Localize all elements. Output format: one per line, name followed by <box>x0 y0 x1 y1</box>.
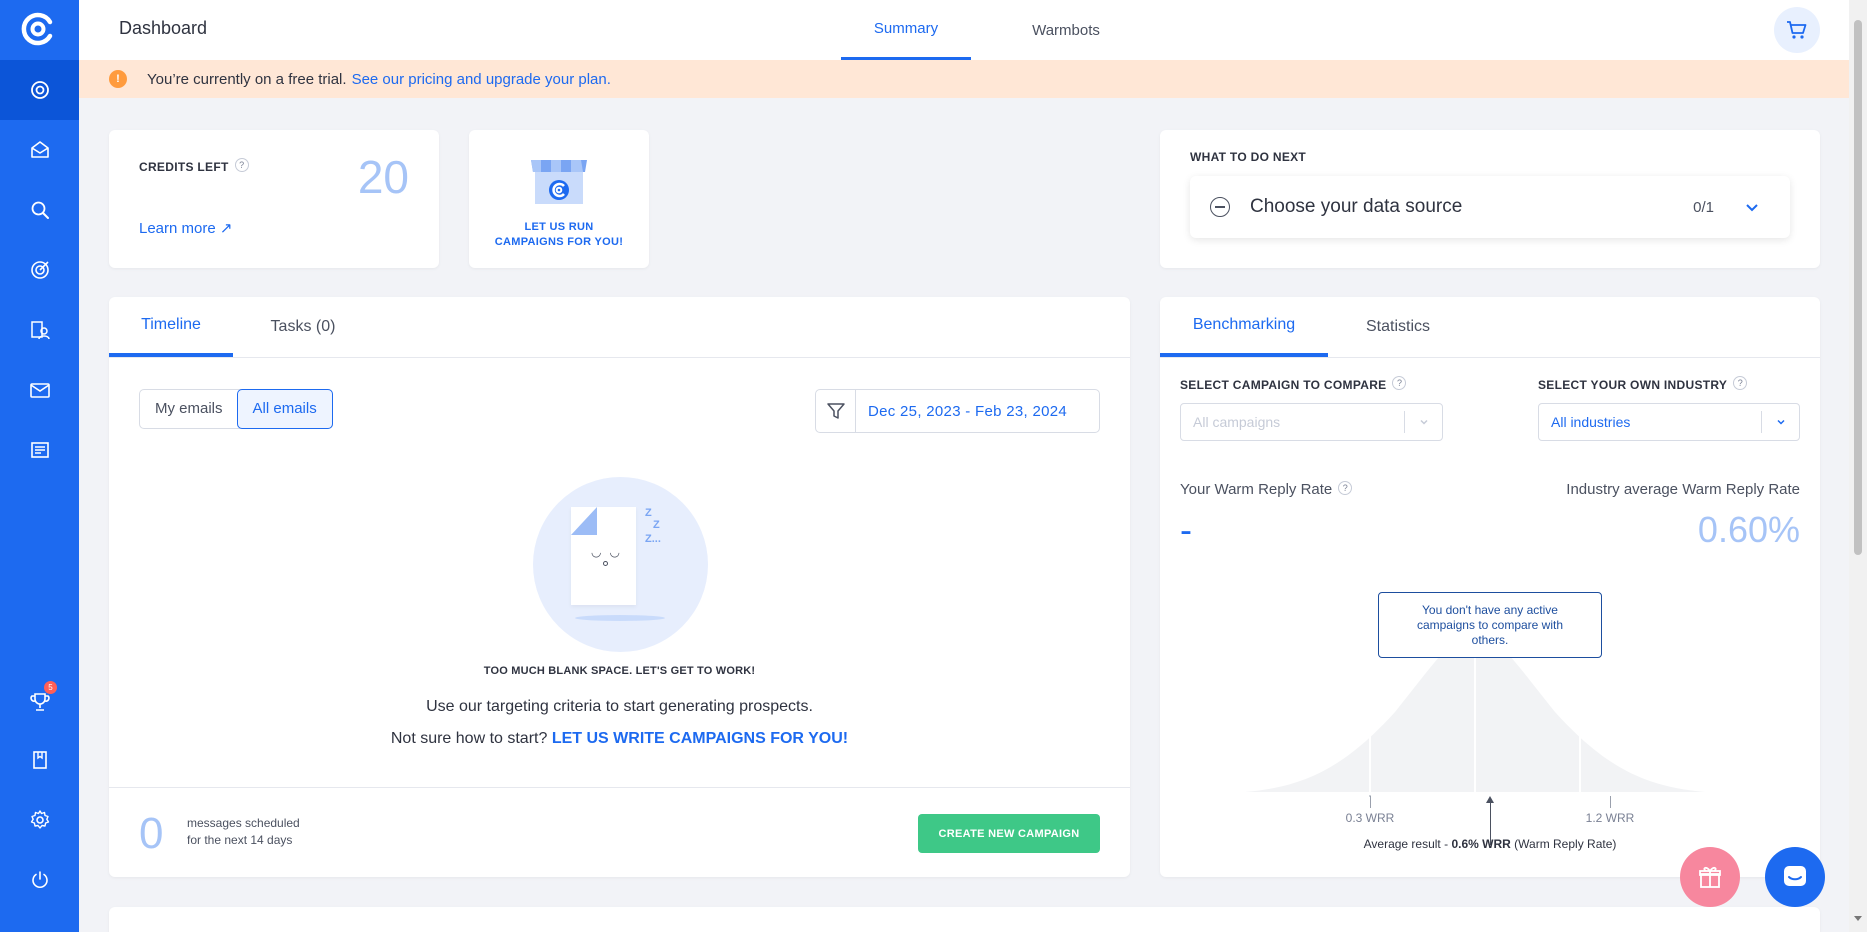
date-range-value: Dec 25, 2023 - Feb 23, 2024 <box>868 402 1068 420</box>
industry-select-value: All industries <box>1551 414 1631 430</box>
industry-label: SELECT YOUR OWN INDUSTRY <box>1538 378 1728 392</box>
timeline-card: Timeline Tasks (0) My emails All emails … <box>109 297 1130 877</box>
benchmark-card: Benchmarking Statistics SELECT CAMPAIGN … <box>1160 297 1820 877</box>
sidebar: 5 <box>0 0 79 932</box>
arrow-up-icon <box>1486 796 1494 803</box>
scheduled-line1: messages scheduled <box>187 816 300 830</box>
campaign-compare-label: SELECT CAMPAIGN TO COMPARE <box>1180 378 1387 392</box>
learn-more-link[interactable]: Learn more ↗ <box>139 219 232 237</box>
credits-value: 20 <box>357 151 409 203</box>
help-icon[interactable]: ? <box>1392 376 1407 390</box>
logo-icon <box>21 12 53 46</box>
cart-button[interactable] <box>1774 7 1820 53</box>
todo-label: WHAT TO DO NEXT <box>1190 150 1307 164</box>
todo-item[interactable]: Choose your data source 0/1 <box>1190 176 1790 238</box>
power-icon <box>31 871 48 888</box>
page-title: Dashboard <box>119 18 208 38</box>
nav-inbox[interactable] <box>0 120 79 180</box>
credits-label: CREDITS LEFT <box>139 160 229 174</box>
scroll-down-icon[interactable] <box>1854 916 1862 921</box>
campaign-select-value: All campaigns <box>1193 414 1281 430</box>
industry-rate-value: 0.60% <box>1697 509 1800 550</box>
your-rate-value: - <box>1180 509 1192 550</box>
sleeping-document-illustration: ◡◡ Z Z Z... <box>533 477 708 652</box>
promo-line2: CAMPAIGNS FOR YOU! <box>494 236 624 248</box>
empty-state-title: TOO MUCH BLANK SPACE. LET'S GET TO WORK! <box>483 665 756 677</box>
filter-icon <box>826 403 845 419</box>
cart-icon <box>1787 21 1807 39</box>
nav-achievements[interactable]: 5 <box>0 672 79 732</box>
nav-search[interactable] <box>0 180 79 240</box>
gear-icon <box>30 810 49 829</box>
tab-timeline[interactable]: Timeline <box>109 297 233 357</box>
nav-knowledge-base[interactable] <box>0 730 79 790</box>
tab-benchmarking[interactable]: Benchmarking <box>1160 297 1328 357</box>
trial-text: You’re currently on a free trial. <box>147 70 347 88</box>
chevron-down-icon <box>1419 419 1428 425</box>
chevron-down-icon <box>1776 419 1785 425</box>
achievements-badge: 5 <box>44 681 57 694</box>
industry-rate-label: Industry average Warm Reply Rate <box>1566 481 1800 498</box>
tick-low-label: 0.3 WRR <box>1345 811 1395 825</box>
app-logo[interactable] <box>20 11 56 47</box>
target-icon <box>30 261 49 279</box>
scrollbar[interactable] <box>1849 0 1867 932</box>
empty-state-text: Use our targeting criteria to start gene… <box>426 698 813 715</box>
todo-item-title: Choose your data source <box>1250 196 1463 217</box>
no-campaigns-tooltip: You don't have any active campaigns to c… <box>1378 592 1602 658</box>
scheduled-line2: for the next 14 days <box>187 833 293 847</box>
promo-line1: LET US RUN <box>524 221 594 233</box>
inbox-icon <box>30 141 49 158</box>
nav-settings[interactable] <box>0 790 79 850</box>
scrollbar-thumb[interactable] <box>1854 20 1862 555</box>
scheduled-count: 0 <box>139 809 164 858</box>
top-header: Dashboard Summary Warmbots <box>79 0 1849 60</box>
filter-my-emails[interactable]: My emails <box>140 390 238 428</box>
warning-icon: ! <box>109 70 127 88</box>
gift-icon <box>1699 866 1721 888</box>
minus-circle-icon <box>1210 197 1230 217</box>
your-rate-label: Your Warm Reply Rate <box>1180 481 1333 498</box>
not-sure-text: Not sure how to start? <box>390 730 548 747</box>
credits-card: CREDITS LEFT? 20 Learn more ↗ <box>109 130 439 268</box>
todo-progress: 0/1 <box>1693 198 1714 216</box>
campaign-select[interactable]: All campaigns <box>1180 403 1443 441</box>
chevron-down-icon[interactable] <box>1744 199 1760 215</box>
dashboard-icon <box>30 81 49 99</box>
book-icon <box>32 751 47 769</box>
write-campaigns-link[interactable]: LET US WRITE CAMPAIGNS FOR YOU! <box>552 730 848 747</box>
templates-icon <box>30 442 49 458</box>
lower-card <box>109 907 1820 932</box>
pricing-link[interactable]: See our pricing and upgrade your plan. <box>352 71 611 88</box>
nav-templates[interactable] <box>0 420 79 480</box>
chat-button[interactable] <box>1765 847 1825 907</box>
nav-logout[interactable] <box>0 850 79 910</box>
tab-tasks[interactable]: Tasks (0) <box>233 297 373 357</box>
help-icon[interactable]: ? <box>234 158 249 172</box>
search-icon <box>31 201 49 219</box>
gift-button[interactable] <box>1680 847 1740 907</box>
mail-icon <box>29 383 50 398</box>
help-icon[interactable]: ? <box>1733 376 1748 390</box>
create-campaign-button[interactable]: CREATE NEW CAMPAIGN <box>918 814 1100 853</box>
store-icon <box>531 160 587 204</box>
tick-high-label: 1.2 WRR <box>1585 811 1635 825</box>
filter-all-emails[interactable]: All emails <box>236 389 333 429</box>
todo-card: WHAT TO DO NEXT Choose your data source … <box>1160 130 1820 268</box>
promo-card[interactable]: LET US RUN CAMPAIGNS FOR YOU! <box>469 130 649 268</box>
nav-targeting[interactable] <box>0 240 79 300</box>
date-range-picker[interactable]: Dec 25, 2023 - Feb 23, 2024 <box>815 389 1100 433</box>
email-filter: My emails All emails <box>139 389 333 429</box>
trial-banner: ! You’re currently on a free trial. See … <box>79 60 1849 98</box>
chat-icon <box>1784 866 1806 886</box>
prospects-icon <box>30 321 50 340</box>
tab-summary[interactable]: Summary <box>841 0 971 60</box>
industry-select[interactable]: All industries <box>1538 403 1800 441</box>
nav-prospects[interactable] <box>0 300 79 360</box>
nav-dashboard[interactable] <box>0 60 79 120</box>
tab-statistics[interactable]: Statistics <box>1328 297 1468 357</box>
help-icon[interactable]: ? <box>1338 481 1353 495</box>
nav-campaigns[interactable] <box>0 360 79 420</box>
tab-warmbots[interactable]: Warmbots <box>991 0 1141 60</box>
